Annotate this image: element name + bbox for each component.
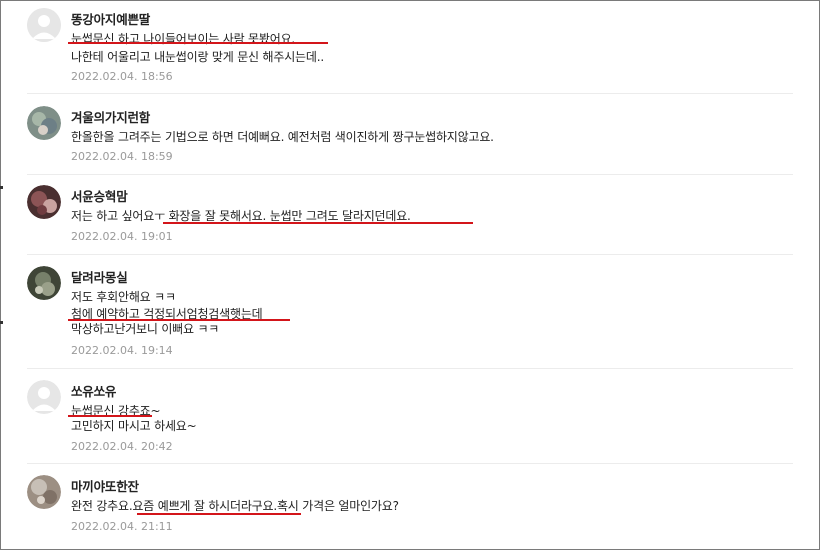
comment-date: 2022.02.04. 19:01 (71, 230, 173, 243)
comment-date: 2022.02.04. 19:14 (71, 344, 173, 357)
comment-nickname[interactable]: 서윤승혁맘 (71, 186, 128, 205)
comment-divider (27, 174, 793, 175)
red-underline (68, 415, 152, 417)
comment-text-line: 저도 후회안해요 ㅋㅋ (71, 290, 176, 304)
comment-date: 2022.02.04. 18:56 (71, 70, 173, 83)
profile-photo-icon[interactable] (27, 475, 61, 509)
comment-divider (27, 254, 793, 255)
red-underline (68, 42, 328, 44)
comment-date: 2022.02.04. 20:42 (71, 440, 173, 453)
edge-mark (0, 186, 3, 189)
profile-photo-icon[interactable] (27, 185, 61, 219)
profile-photo-icon[interactable] (27, 106, 61, 140)
default-avatar-icon[interactable] (27, 380, 61, 414)
comment-text-line: 눈썹문신 하고 나이들어보이는 사람 못봤어요. (71, 32, 296, 46)
edge-mark (0, 321, 3, 324)
comment-date: 2022.02.04. 18:59 (71, 150, 173, 163)
comment-divider (27, 93, 793, 94)
comment-text-line: 고민하지 마시고 하세요~ (71, 419, 197, 433)
comment-nickname[interactable]: 겨울의가지런함 (71, 107, 150, 126)
comment-nickname[interactable]: 마끼야또한잔 (71, 476, 139, 495)
red-underline (68, 319, 290, 321)
red-underline (163, 222, 473, 224)
comment-text-line: 막상하고난거보니 이뻐요 ㅋㅋ (71, 322, 220, 336)
comment-text-line: 완전 강추요.요즘 예쁘게 잘 하시더라구요.혹시 가격은 얼마인가요? (71, 499, 399, 513)
comment-nickname[interactable]: 달려라몽실 (71, 267, 128, 286)
comment-nickname[interactable]: 쏘유쏘유 (71, 381, 116, 400)
comment-text-line: 한올한올 그려주는 기법으로 하면 더예뻐요. 예전처럼 색이진하게 짱구눈썹하… (71, 130, 494, 144)
comment-date: 2022.02.04. 21:11 (71, 520, 173, 533)
comment-text-line: 나한테 어울리고 내눈썹이랑 맞게 문신 해주시는데.. (71, 50, 324, 64)
comment-divider (27, 368, 793, 369)
default-avatar-icon[interactable] (27, 8, 61, 42)
comment-nickname[interactable]: 똥강아지예쁜딸 (71, 9, 150, 28)
profile-photo-icon[interactable] (27, 266, 61, 300)
comment-divider (27, 463, 793, 464)
red-underline (137, 513, 301, 515)
